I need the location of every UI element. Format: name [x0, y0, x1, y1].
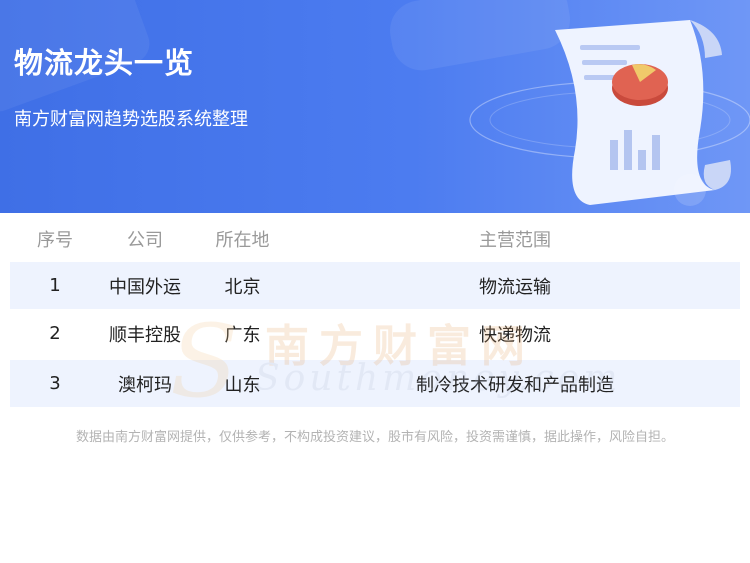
- header-company: 公司: [127, 230, 163, 251]
- header-index: 序号: [37, 230, 73, 251]
- table-row: 3 澳柯玛 山东 制冷技术研发和产品制造: [10, 360, 740, 407]
- table-header: 序号 公司 所在地 主营范围: [10, 222, 740, 256]
- row-location: 北京: [224, 276, 261, 298]
- row-location: 广东: [224, 324, 261, 346]
- header-location: 所在地: [215, 230, 270, 251]
- disclaimer-text: 数据由南方财富网提供，仅供参考，不构成投资建议，股市有风险，投资需谨慎，据此操作…: [75, 430, 674, 445]
- page-subtitle: 南方财富网趋势选股系统整理: [14, 109, 248, 130]
- row-company: 顺丰控股: [109, 324, 181, 346]
- row-index: 2: [49, 323, 61, 344]
- row-company: 澳柯玛: [118, 374, 172, 396]
- page-title: 物流龙头一览: [14, 46, 195, 80]
- row-business: 制冷技术研发和产品制造: [416, 374, 614, 396]
- row-location: 山东: [224, 374, 261, 396]
- row-index: 3: [49, 373, 61, 394]
- row-business: 物流运输: [479, 276, 551, 298]
- row-index: 1: [49, 275, 61, 296]
- row-company: 中国外运: [109, 276, 181, 298]
- header-banner: 物流龙头一览 南方财富网趋势选股系统整理: [0, 0, 750, 213]
- header-business: 主营范围: [479, 230, 551, 251]
- row-business: 快递物流: [479, 324, 551, 346]
- table-row: 1 中国外运 北京 物流运输: [10, 262, 740, 309]
- report-document-illustration-icon: [469, 20, 750, 206]
- table-row: 2 顺丰控股 广东 快递物流: [10, 310, 740, 357]
